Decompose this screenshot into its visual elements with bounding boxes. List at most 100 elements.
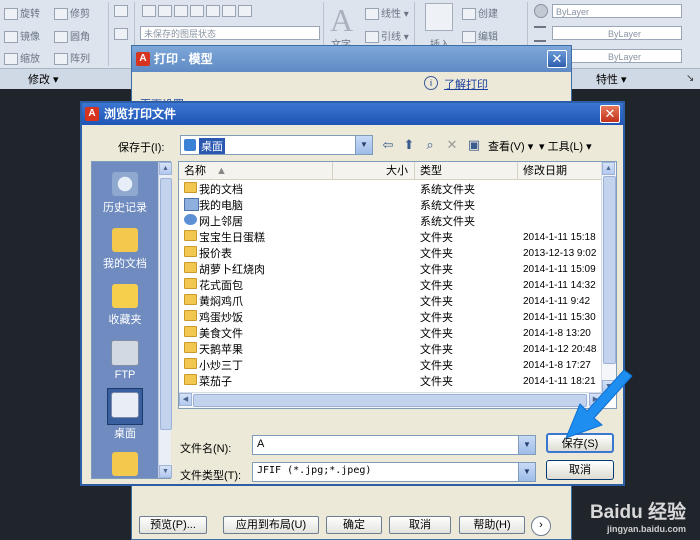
leader-tool[interactable]: 引线 ▾: [365, 28, 409, 44]
new-folder-icon[interactable]: ▣: [466, 137, 482, 153]
file-list: 名称 ▲ 大小 类型 修改日期 我的文档 系统文件夹 我的电脑 系统文件夹 网上邻居 系统文…: [178, 161, 617, 409]
layer-tools[interactable]: [142, 5, 254, 17]
layer-icon: [238, 5, 252, 17]
chevron-down-icon[interactable]: ▼: [518, 463, 535, 481]
list-item[interactable]: 鸡蛋炒饭 文件夹 2014-1-11 15:30: [179, 310, 604, 326]
list-item[interactable]: 网上邻居 系统文件夹: [179, 214, 604, 230]
file-list-vscrollbar[interactable]: ▲ ▼: [601, 162, 616, 393]
preview-button[interactable]: 预览(P)...: [139, 516, 207, 534]
panel-expand-icon[interactable]: ↘: [686, 73, 694, 84]
apply-layout-button[interactable]: 应用到布局(U): [223, 516, 319, 534]
modify-panel-label[interactable]: 修改 ▾: [28, 71, 59, 87]
list-item[interactable]: 宝宝生日蛋糕 文件夹 2014-1-11 15:18: [179, 230, 604, 246]
filetype-value: JFIF (*.jpg;*.jpeg): [257, 465, 372, 476]
close-icon[interactable]: ✕: [547, 50, 567, 68]
chevron-down-icon[interactable]: ▼: [355, 136, 372, 154]
views-menu[interactable]: 查看(V) ▾: [488, 138, 533, 154]
delete-icon[interactable]: ✕: [444, 137, 460, 153]
back-icon[interactable]: ⇦: [380, 137, 396, 153]
list-item[interactable]: 小炒三丁 文件夹 2014-1-8 17:27: [179, 358, 604, 374]
places-scrollbar[interactable]: ▲ ▼: [158, 162, 172, 478]
linetype-dropdown[interactable]: ByLayer: [552, 26, 682, 40]
cancel-button[interactable]: 取消: [389, 516, 451, 534]
file-name: 胡萝卜红烧肉: [199, 264, 265, 276]
insert-block-icon[interactable]: [425, 3, 453, 31]
save-in-dropdown[interactable]: 桌面 ▼: [180, 135, 373, 155]
ok-button[interactable]: 确定: [326, 516, 382, 534]
layer-icon: [142, 5, 156, 17]
create-block-icon: [462, 8, 476, 21]
column-header-size[interactable]: 大小: [333, 162, 415, 180]
list-item[interactable]: 花式面包 文件夹 2014-1-11 14:32: [179, 278, 604, 294]
color-dropdown[interactable]: ByLayer: [552, 4, 682, 18]
place-history[interactable]: 历史记录: [92, 172, 158, 215]
up-folder-icon[interactable]: ⬆: [401, 137, 417, 153]
ftp-icon: [111, 340, 139, 366]
create-block-tool[interactable]: 创建: [462, 5, 498, 21]
scroll-left-icon[interactable]: ◀: [179, 393, 192, 406]
leader-icon: [365, 31, 379, 44]
search-icon[interactable]: ⌕: [422, 137, 438, 153]
list-item[interactable]: 我的文档 系统文件夹: [179, 182, 604, 198]
save-in-value: 桌面: [199, 138, 225, 154]
tools-menu[interactable]: ▾ 工具(L) ▾: [539, 138, 592, 154]
scroll-down-icon[interactable]: ▼: [159, 465, 172, 478]
place-desktop[interactable]: 桌面: [92, 388, 158, 441]
scale-tool[interactable]: 缩放: [4, 50, 40, 66]
rotate-tool[interactable]: 旋转: [4, 5, 40, 21]
place-my-documents[interactable]: 我的文档: [92, 228, 158, 271]
column-header-type[interactable]: 类型: [415, 162, 518, 180]
places-scroll-thumb[interactable]: [160, 178, 172, 430]
close-icon[interactable]: ✕: [600, 105, 620, 123]
color-swatch-icon[interactable]: [534, 4, 548, 18]
filename-input[interactable]: A ▼: [252, 435, 536, 455]
save-in-label: 保存于(I):: [118, 142, 165, 154]
erase-tool[interactable]: [114, 5, 130, 17]
scroll-up-icon[interactable]: ▲: [602, 162, 615, 175]
array-tool[interactable]: 阵列: [54, 50, 90, 66]
column-header-name[interactable]: 名称 ▲: [179, 162, 333, 180]
chevron-down-icon[interactable]: ▼: [518, 436, 535, 454]
mirror-tool[interactable]: 镜像: [4, 28, 40, 44]
edit-block-icon: [462, 31, 476, 44]
list-item[interactable]: 我的电脑 系统文件夹: [179, 198, 604, 214]
layer-state-dropdown[interactable]: 未保存的图层状态: [140, 26, 320, 40]
learn-print-link[interactable]: 了解打印: [444, 76, 488, 92]
list-item[interactable]: 报价表 文件夹 2013-12-13 9:02: [179, 246, 604, 262]
place-favorites[interactable]: 收藏夹: [92, 284, 158, 327]
file-modified: 2014-1-11 14:32: [523, 280, 596, 291]
rotate-icon: [4, 8, 18, 21]
list-item[interactable]: 菜茄子 文件夹 2014-1-11 18:21: [179, 374, 604, 390]
fillet-tool[interactable]: 圆角: [54, 28, 90, 44]
edit-block-tool[interactable]: 编辑: [462, 28, 498, 44]
help-button[interactable]: 帮助(H): [459, 516, 525, 534]
file-modified: 2014-1-12 20:48: [523, 344, 597, 355]
linetype-icon[interactable]: [534, 26, 546, 42]
expand-options-icon[interactable]: ›: [531, 516, 551, 536]
list-item[interactable]: 天鹅苹果 文件夹 2014-1-12 20:48: [179, 342, 604, 358]
explode-tool[interactable]: [114, 28, 130, 40]
place-ftp[interactable]: FTP: [92, 340, 158, 381]
file-list-hscrollbar[interactable]: ◀ ▶: [179, 392, 602, 408]
list-item[interactable]: 美食文件 文件夹 2014-1-8 13:20: [179, 326, 604, 342]
file-type: 文件夹: [420, 376, 453, 388]
filetype-dropdown[interactable]: JFIF (*.jpg;*.jpeg) ▼: [252, 462, 536, 482]
file-type: 文件夹: [420, 232, 453, 244]
linear-tool[interactable]: 线性 ▾: [365, 5, 409, 21]
place-more[interactable]: [92, 452, 158, 479]
scroll-up-icon[interactable]: ▲: [159, 162, 172, 175]
trim-tool[interactable]: 修剪: [54, 5, 90, 21]
cancel-button[interactable]: 取消: [546, 460, 614, 480]
hscroll-thumb[interactable]: [193, 394, 587, 407]
column-header-modified[interactable]: 修改日期: [518, 162, 604, 180]
browse-dialog-titlebar: A 浏览打印文件 ✕: [82, 103, 623, 125]
list-item[interactable]: 黄焖鸡爪 文件夹 2014-1-11 9:42: [179, 294, 604, 310]
text-tool-icon[interactable]: A: [330, 2, 353, 39]
list-item[interactable]: 胡萝卜红烧肉 文件夹 2014-1-11 15:09: [179, 262, 604, 278]
vscroll-thumb[interactable]: [603, 176, 616, 364]
properties-panel-label[interactable]: 特性 ▾: [596, 71, 627, 87]
layer-icon: [222, 5, 236, 17]
folder-icon: [112, 452, 138, 476]
pencil-icon: [114, 5, 128, 17]
array-icon: [54, 53, 68, 66]
